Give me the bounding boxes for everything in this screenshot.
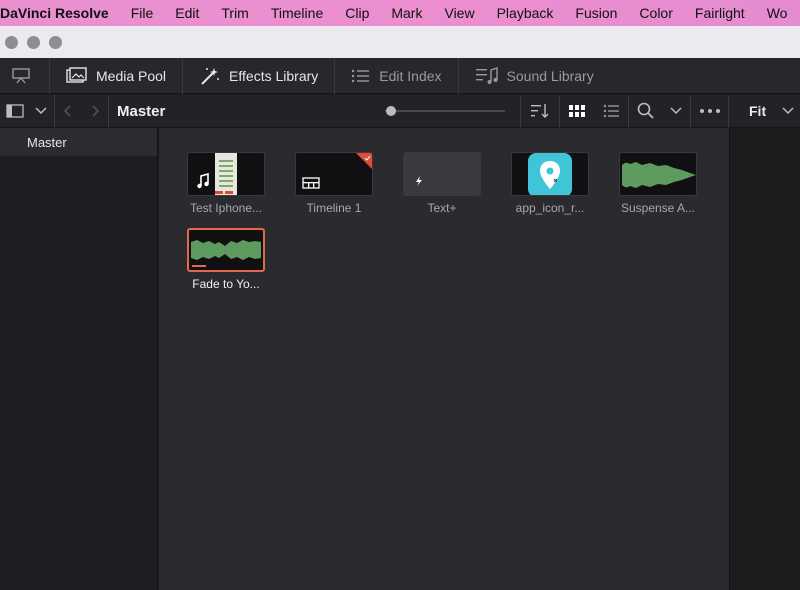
workspace-layout-button[interactable] bbox=[0, 57, 50, 94]
panel-toolbar: Media Pool Effects Library Edit Index So… bbox=[0, 57, 800, 94]
timeline-icon bbox=[302, 177, 320, 189]
viewer-fit-label: Fit bbox=[749, 103, 767, 119]
search-button[interactable] bbox=[629, 94, 691, 128]
chevron-down-icon bbox=[35, 107, 47, 115]
clip-thumbnail bbox=[511, 152, 589, 196]
viewer-fit-dropdown[interactable]: Fit bbox=[729, 95, 800, 128]
effects-library-label: Effects Library bbox=[229, 67, 319, 84]
clip-thumbnail bbox=[403, 152, 481, 196]
menu-edit[interactable]: Edit bbox=[175, 5, 199, 21]
fusion-title-icon bbox=[416, 176, 422, 186]
search-icon bbox=[637, 102, 654, 119]
window-titlebar bbox=[0, 26, 800, 58]
grid-view-icon bbox=[569, 105, 585, 117]
audio-waveform bbox=[622, 162, 696, 188]
menu-workspace[interactable]: Wo bbox=[767, 5, 788, 21]
forward-arrow-icon[interactable] bbox=[90, 104, 100, 118]
media-pool-icon bbox=[66, 66, 87, 83]
sort-icon bbox=[531, 104, 549, 118]
menu-file[interactable]: File bbox=[131, 5, 154, 21]
clip-thumbnail bbox=[619, 152, 697, 196]
media-pool-toolbar: Master Fit bbox=[0, 94, 800, 128]
clip-item[interactable]: Timeline 1 bbox=[289, 152, 379, 215]
more-options-icon bbox=[699, 109, 720, 113]
thumbnail-zoom-handle[interactable] bbox=[386, 106, 396, 116]
sound-library-button[interactable]: Sound Library bbox=[459, 58, 610, 94]
music-list-icon bbox=[475, 66, 498, 84]
clip-name: Test Iphone... bbox=[189, 201, 263, 215]
clip-item[interactable]: Test Iphone... bbox=[181, 152, 271, 215]
bin-list-toggle[interactable] bbox=[0, 94, 55, 128]
corner-flag-icon bbox=[356, 153, 372, 169]
sort-button[interactable] bbox=[520, 94, 560, 128]
list-view-button[interactable] bbox=[594, 94, 629, 128]
menu-fairlight[interactable]: Fairlight bbox=[695, 5, 745, 21]
clip-name: Text+ bbox=[427, 201, 457, 215]
viewer-pane bbox=[729, 128, 800, 590]
clip-item[interactable]: Text+ bbox=[397, 152, 487, 215]
zoom-window-button[interactable] bbox=[49, 35, 62, 49]
close-window-button[interactable] bbox=[5, 35, 18, 49]
bin-navigation bbox=[55, 94, 109, 128]
menu-bar: DaVinci Resolve File Edit Trim Timeline … bbox=[0, 0, 800, 26]
music-note-icon bbox=[197, 173, 209, 189]
effects-library-button[interactable]: Effects Library bbox=[183, 57, 336, 94]
app-menu[interactable]: DaVinci Resolve bbox=[0, 5, 109, 21]
minimize-window-button[interactable] bbox=[27, 35, 40, 49]
sidebar-toggle-icon bbox=[6, 104, 24, 118]
clip-item[interactable]: Fade to Yo... bbox=[181, 228, 271, 291]
clip-name: Suspense A... bbox=[620, 201, 696, 215]
bin-title: Master bbox=[117, 102, 166, 120]
menu-timeline[interactable]: Timeline bbox=[271, 5, 323, 21]
sound-library-label: Sound Library bbox=[506, 67, 594, 84]
clip-name: Timeline 1 bbox=[306, 201, 362, 215]
menu-clip[interactable]: Clip bbox=[345, 5, 369, 21]
audio-waveform bbox=[191, 240, 261, 267]
clip-thumbnail bbox=[187, 152, 265, 196]
chevron-down-icon bbox=[670, 107, 682, 115]
chevron-down-icon bbox=[782, 107, 794, 115]
bin-list: Master bbox=[0, 128, 158, 590]
menu-mark[interactable]: Mark bbox=[391, 5, 422, 21]
thumbnail-zoom-slider[interactable] bbox=[385, 110, 505, 112]
bin-item-master[interactable]: Master bbox=[0, 128, 157, 156]
media-pool-button[interactable]: Media Pool bbox=[50, 57, 184, 94]
menu-view[interactable]: View bbox=[444, 5, 474, 21]
clip-name: Fade to Yo... bbox=[192, 277, 260, 291]
monitor-stand-icon bbox=[11, 67, 30, 83]
clip-item[interactable]: Suspense A... bbox=[613, 152, 703, 215]
media-pool-grid: Test Iphone... Timeline 1 Text+ app_icon… bbox=[159, 128, 729, 590]
clip-item[interactable]: app_icon_r... bbox=[505, 152, 595, 215]
media-pool-label: Media Pool bbox=[96, 67, 167, 84]
bin-item-label: Master bbox=[27, 134, 67, 150]
options-menu-button[interactable] bbox=[691, 94, 729, 128]
menu-color[interactable]: Color bbox=[639, 5, 672, 21]
edit-index-label: Edit Index bbox=[379, 67, 442, 84]
app-icon-image bbox=[540, 161, 560, 189]
list-icon bbox=[352, 69, 370, 82]
magic-wand-icon bbox=[201, 67, 220, 85]
menu-playback[interactable]: Playback bbox=[497, 5, 554, 21]
menu-fusion[interactable]: Fusion bbox=[575, 5, 617, 21]
thumbnail-view-button[interactable] bbox=[560, 95, 594, 128]
clip-name: app_icon_r... bbox=[515, 201, 585, 215]
list-view-icon bbox=[603, 104, 619, 118]
menu-trim[interactable]: Trim bbox=[221, 5, 248, 21]
back-arrow-icon[interactable] bbox=[63, 104, 73, 118]
edit-index-button[interactable]: Edit Index bbox=[335, 57, 459, 94]
clip-thumbnail bbox=[295, 152, 373, 196]
clip-thumbnail bbox=[187, 228, 265, 272]
